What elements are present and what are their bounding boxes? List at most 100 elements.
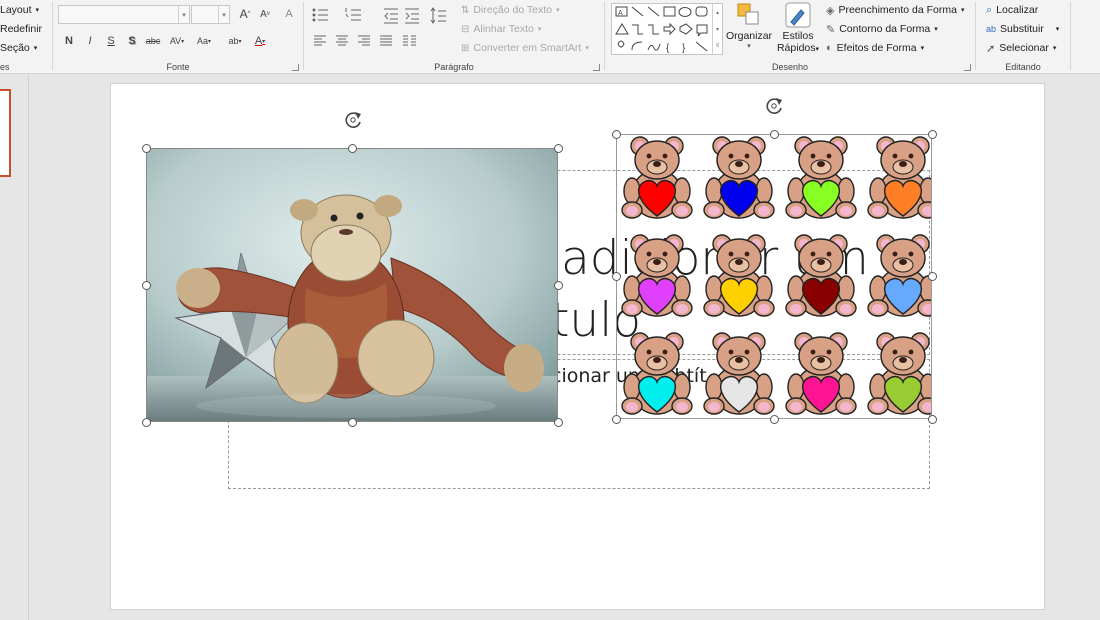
rounded-rect-shape-icon	[695, 6, 708, 17]
font-dialog-launcher-icon[interactable]	[292, 64, 299, 71]
resize-handle[interactable]	[347, 417, 357, 427]
shape-effects-label: Efeitos de Forma	[836, 42, 917, 54]
shape-fill-label: Preenchimento da Forma	[838, 4, 957, 16]
slide-thumbnail[interactable]	[0, 89, 11, 177]
oval-shape-icon	[678, 7, 692, 17]
shrink-font-label: A	[260, 8, 267, 20]
font-color-button[interactable]: A ▾	[249, 32, 271, 50]
replace-label: Substituir	[1000, 23, 1044, 35]
bold-button[interactable]: N	[59, 32, 79, 50]
drawing-dialog-launcher-icon[interactable]	[964, 64, 971, 71]
resize-handle[interactable]	[141, 280, 151, 290]
paragraph-group-label: Parágrafo	[434, 62, 474, 72]
cursor-arrow-icon: ➚	[986, 42, 996, 55]
shadow-label: S	[128, 35, 136, 47]
resize-handle[interactable]	[927, 414, 937, 424]
section-button[interactable]: Seção ▾	[0, 39, 37, 57]
quick-styles-icon	[785, 2, 811, 28]
right-arrow-shape-icon	[663, 22, 676, 36]
text-direction-button[interactable]: ⇅ Direção do Texto ▾	[461, 1, 560, 19]
clear-format-button[interactable]: A	[279, 5, 299, 23]
resize-handle[interactable]	[769, 129, 779, 139]
gallery-scroll[interactable]: ▴ ▾ ≡	[712, 4, 722, 54]
clear-format-icon: A	[285, 8, 293, 20]
change-case-label: Aa	[196, 36, 208, 46]
strikethrough-button[interactable]: abc	[143, 32, 163, 50]
rotate-handle-icon[interactable]	[763, 95, 785, 117]
resize-handle[interactable]	[553, 417, 563, 427]
brace-open-icon: {	[666, 43, 670, 54]
replace-button[interactable]: ab Substituir ▾	[986, 20, 1059, 38]
paragraph-icons	[312, 7, 446, 46]
section-label: Seção	[0, 42, 30, 54]
align-text-button[interactable]: ⊟ Alinhar Texto ▾	[461, 20, 541, 38]
font-name-combo[interactable]: ▾	[58, 5, 190, 24]
quick-styles-button[interactable]: Estilos Rápidos▾	[774, 2, 822, 54]
arrange-button[interactable]: Organizar ▾	[726, 2, 772, 50]
shapes-gallery[interactable]: A { } ▴ ▾ ≡	[611, 3, 723, 55]
shrink-font-button[interactable]: Av	[255, 5, 275, 23]
resize-handle[interactable]	[769, 414, 779, 424]
align-text-icon: ⊟	[461, 23, 470, 35]
select-button[interactable]: ➚ Selecionar ▾	[986, 39, 1056, 57]
resize-handle[interactable]	[553, 143, 563, 153]
paint-bucket-icon: ◈	[826, 4, 835, 17]
rect-shape-icon	[663, 6, 676, 17]
resize-handle[interactable]	[141, 417, 151, 427]
editing-group: ⌕ Localizar ab Substituir ▾ ➚ Selecionar ▾ Ed…	[976, 0, 1070, 74]
char-spacing-button[interactable]: AV ▾	[164, 32, 190, 50]
triangle-shape-icon	[615, 23, 629, 35]
align-left-icon	[314, 35, 326, 46]
chevron-down-icon[interactable]: ▾	[218, 6, 229, 23]
separator	[1070, 2, 1071, 70]
chevron-down-icon[interactable]: ▾	[178, 6, 189, 23]
slide-thumbnail-pane	[0, 75, 29, 620]
select-label: Selecionar	[999, 42, 1049, 54]
convert-smartart-button[interactable]: ⊞ Converter em SmartArt ▾	[461, 39, 589, 57]
elbow-connector-icon	[632, 24, 643, 35]
columns-icon	[403, 35, 416, 46]
highlight-button[interactable]: ab ▾	[222, 32, 248, 50]
paragraph-dialog-launcher-icon[interactable]	[593, 64, 600, 71]
arc-icon	[631, 41, 643, 51]
find-button[interactable]: ⌕ Localizar	[986, 1, 1038, 19]
bears-picture-selection	[616, 134, 932, 419]
resize-handle[interactable]	[611, 129, 621, 139]
underline-label: S	[107, 35, 115, 47]
pentagon-shape-icon	[679, 23, 693, 35]
resize-handle[interactable]	[927, 129, 937, 139]
decrease-indent-icon	[384, 8, 398, 24]
numbering-icon	[345, 8, 361, 21]
rotate-handle-icon[interactable]	[342, 109, 364, 131]
shape-effects-button[interactable]: ◐ Efeitos de Forma ▾	[826, 39, 924, 57]
resize-handle[interactable]	[141, 143, 151, 153]
quick-styles-label-2: Rápidos	[776, 42, 816, 54]
pencil-icon: ✎	[826, 23, 836, 36]
find-label: Localizar	[996, 4, 1039, 16]
italic-button[interactable]: I	[80, 32, 100, 50]
resize-handle[interactable]	[611, 272, 621, 281]
layout-button[interactable]: Layout ▾	[0, 1, 39, 19]
slide-canvas[interactable]: adicionar um tulo cionar um subtít	[110, 83, 1045, 610]
callout-shape-icon	[696, 24, 708, 37]
strikethrough-label: abc	[145, 36, 161, 46]
elbow-arrow-icon	[648, 24, 659, 35]
resize-handle[interactable]	[611, 414, 621, 424]
slides-group: Layout ▾ Redefinir Seção ▾ es	[0, 0, 52, 74]
font-color-icon: A	[254, 35, 263, 47]
shape-fill-button[interactable]: ◈ Preenchimento da Forma ▾	[826, 1, 964, 19]
shape-outline-button[interactable]: ✎ Contorno da Forma ▾	[826, 20, 938, 38]
resize-handle[interactable]	[927, 272, 937, 281]
quick-styles-label-1: Estilos	[782, 30, 814, 42]
smartart-icon: ⊞	[461, 42, 470, 54]
grow-font-button[interactable]: A ^	[235, 5, 255, 23]
resize-handle[interactable]	[553, 280, 563, 290]
shadow-button[interactable]: S	[122, 32, 142, 50]
font-size-combo[interactable]: ▾	[191, 5, 230, 24]
font-group: ▾ ▾ A ^ Av A N I S S abc AV ▾ Aa ▾ ab ▾ A ▾ F…	[53, 0, 303, 74]
resize-handle[interactable]	[347, 143, 357, 153]
convert-smartart-label: Converter em SmartArt	[473, 42, 582, 54]
change-case-button[interactable]: Aa ▾	[191, 32, 217, 50]
reset-button[interactable]: Redefinir	[0, 20, 42, 38]
underline-button[interactable]: S	[101, 32, 121, 50]
